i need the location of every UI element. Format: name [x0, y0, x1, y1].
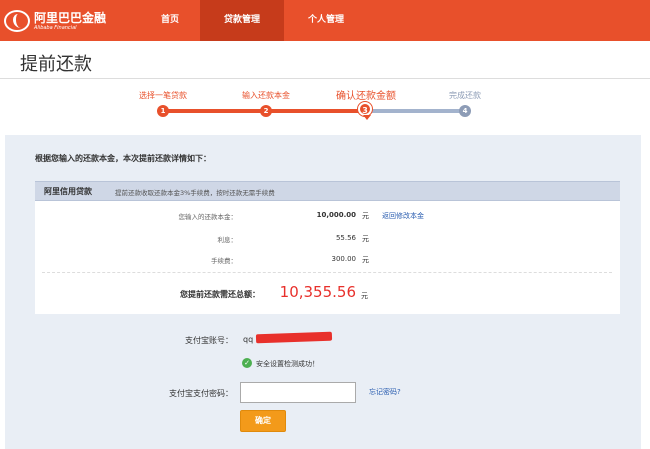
step-1-label: 选择一笔贷款 — [139, 91, 187, 100]
logo[interactable]: 阿里巴巴金融 Alibaba Financial — [4, 8, 106, 34]
step-4-label: 完成还款 — [449, 91, 481, 100]
interest-label: 利息： — [217, 236, 238, 244]
nav-loan-management[interactable]: 贷款管理 — [200, 0, 284, 41]
nav-home[interactable]: 首页 — [145, 0, 195, 41]
alipay-account-value: qq — [243, 335, 254, 344]
progress-line-todo — [367, 109, 465, 113]
fee-label: 手续费： — [211, 257, 237, 265]
card-title: 阿里信用贷款 — [44, 187, 92, 196]
total-unit: 元 — [361, 292, 368, 300]
edit-principal-link[interactable]: 返回修改本金 — [382, 211, 424, 221]
page-title: 提前还款 — [20, 54, 92, 75]
card-note: 提前还款收取还款本金3%手续费，按时还款无需手续费 — [115, 189, 275, 197]
title-divider — [0, 78, 650, 79]
alibaba-logo-icon — [4, 10, 30, 32]
intro-text: 根据您输入的还款本金，本次提前还款详情如下： — [35, 154, 211, 163]
security-check-message: 安全设置检测成功！ — [256, 360, 319, 368]
fee-unit: 元 — [362, 256, 369, 264]
logo-text-group: 阿里巴巴金融 Alibaba Financial — [34, 11, 106, 32]
payment-password-label: 支付宝支付密码： — [169, 389, 233, 398]
forgot-password-link[interactable]: 忘记密码? — [369, 387, 401, 397]
fee-value: 300.00 — [331, 255, 357, 263]
nav-personal-management[interactable]: 个人管理 — [290, 0, 362, 41]
step-2-label: 输入还款本金 — [242, 91, 290, 100]
principal-label: 您输入的还款本金： — [178, 213, 238, 221]
step-4-dot: 4 — [459, 105, 471, 117]
step-1-dot: 1 — [157, 105, 169, 117]
principal-unit: 元 — [362, 212, 369, 220]
interest-unit: 元 — [362, 235, 369, 243]
logo-subtext: Alibaba Financial — [34, 24, 77, 31]
check-circle-icon: ✓ — [242, 358, 252, 368]
interest-value: 55.56 — [335, 234, 356, 242]
principal-value: 10,000.00 — [316, 211, 356, 219]
step-2-dot: 2 — [260, 105, 272, 117]
total-amount: 10,355.56 — [279, 283, 356, 301]
alipay-account-label: 支付宝账号： — [185, 336, 233, 345]
step-3-dot: 3 — [358, 102, 372, 120]
confirm-button[interactable]: 确定 — [240, 410, 286, 432]
step-3-label: 确认还款金额 — [336, 91, 396, 102]
payment-password-input[interactable] — [240, 382, 356, 403]
logo-text: 阿里巴巴金融 — [34, 10, 107, 25]
summary-divider — [42, 272, 612, 273]
total-label: 您提前还款需还总额： — [180, 290, 260, 299]
